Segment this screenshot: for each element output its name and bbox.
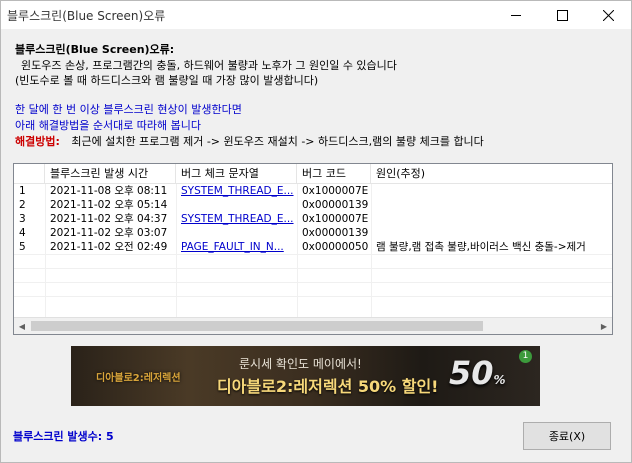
close-window-button[interactable] <box>585 1 631 29</box>
minimize-icon <box>511 14 521 16</box>
horizontal-scrollbar[interactable]: ◀ ▶ <box>14 317 612 334</box>
frequency-note: (빈도수로 볼 때 하드디스크와 램 불량일 때 가장 많이 발생합니다) <box>15 74 319 87</box>
bug-string-link[interactable]: SYSTEM_THREAD_E... <box>176 184 297 198</box>
minimize-button[interactable] <box>493 1 539 29</box>
table-row[interactable]: 5 2021-11-02 오전 02:49 PAGE_FAULT_IN_N...… <box>14 240 612 254</box>
row-number: 5 <box>19 241 26 253</box>
banner-logo: 디아블로2:레저렉션 <box>96 373 181 384</box>
row-number: 3 <box>19 213 26 225</box>
close-button[interactable]: 종료(X) <box>523 422 611 450</box>
scrollbar-thumb[interactable] <box>31 321 483 331</box>
row-bug-code: 0x1000007E <box>302 185 369 197</box>
column-header-cause[interactable]: 원인(추정) <box>371 164 612 183</box>
bug-string-link[interactable]: SYSTEM_THREAD_E... <box>176 212 297 226</box>
advice-line-2: 아래 해결방법을 순서대로 따라해 봅니다 <box>15 119 202 132</box>
solution-text: 최근에 설치한 프로그램 제거 -> 윈도우즈 재설치 -> 하드디스크,램의 … <box>71 135 484 148</box>
error-heading: 블루스크린(Blue Screen)오류: <box>15 43 175 56</box>
advice-line-1: 한 달에 한 번 이상 블루스크린 현상이 발생한다면 <box>15 103 242 116</box>
row-cause <box>371 184 612 198</box>
row-bug-code: 0x00000050 <box>302 241 369 253</box>
table-row[interactable]: 3 2021-11-02 오후 04:37 SYSTEM_THREAD_E...… <box>14 212 612 226</box>
row-cause <box>371 226 612 240</box>
bluescreen-list[interactable]: 블루스크린 발생 시간 버그 체크 문자열 버그 코드 원인(추정) 1 202… <box>13 163 613 335</box>
column-header-bug-string[interactable]: 버그 체크 문자열 <box>176 164 297 183</box>
window-title: 블루스크린(Blue Screen)오류 <box>7 9 166 23</box>
row-time: 2021-11-02 오후 03:07 <box>50 227 168 239</box>
row-time: 2021-11-02 오후 04:37 <box>50 213 168 225</box>
row-time: 2021-11-02 오전 02:49 <box>50 241 168 253</box>
bug-string-link[interactable] <box>176 198 297 212</box>
bug-string-link[interactable]: PAGE_FAULT_IN_N... <box>176 240 297 254</box>
banner-discount: 50% <box>449 354 506 392</box>
table-row[interactable]: 1 2021-11-08 오후 08:11 SYSTEM_THREAD_E...… <box>14 184 612 198</box>
banner-percent-value: 50 <box>449 354 494 392</box>
banner-subtitle: 룬시세 확인도 메이에서! <box>239 357 362 371</box>
close-icon <box>602 9 614 21</box>
row-bug-code: 0x00000139 <box>302 199 369 211</box>
list-header: 블루스크린 발생 시간 버그 체크 문자열 버그 코드 원인(추정) <box>14 164 612 184</box>
table-row[interactable]: 4 2021-11-02 오후 03:07 0x00000139 <box>14 226 612 240</box>
bluescreen-count: 블루스크린 발생수: 5 <box>13 430 114 443</box>
title-bar[interactable]: 블루스크린(Blue Screen)오류 <box>1 1 631 29</box>
banner-percent-sign: % <box>493 373 506 387</box>
solution-row: 해결방법: 최근에 설치한 프로그램 제거 -> 윈도우즈 재설치 -> 하드디… <box>15 134 632 149</box>
bluescreen-dialog: 블루스크린(Blue Screen)오류 블루스크린(Blue Screen)오… <box>0 0 632 463</box>
banner-headline: 디아블로2:레저렉션 50% 할인! <box>217 377 439 396</box>
maximize-icon <box>556 9 568 21</box>
row-time: 2021-11-02 오후 05:14 <box>50 199 168 211</box>
arrow-left-icon: ◀ <box>18 321 26 331</box>
row-number: 2 <box>19 199 26 211</box>
row-number: 1 <box>19 185 26 197</box>
arrow-right-icon: ▶ <box>600 321 608 331</box>
row-cause <box>371 212 612 226</box>
maximize-button[interactable] <box>539 1 585 29</box>
row-number: 4 <box>19 227 26 239</box>
cause-description: 윈도우즈 손상, 프로그램간의 충돌, 하드웨어 불량과 노후가 그 원인일 수… <box>21 59 397 72</box>
row-cause <box>371 198 612 212</box>
scroll-right-button[interactable]: ▶ <box>596 318 612 334</box>
solution-label: 해결방법: <box>15 135 60 148</box>
row-bug-code: 0x00000139 <box>302 227 369 239</box>
table-row[interactable]: 2 2021-11-02 오후 05:14 0x00000139 <box>14 198 612 212</box>
scroll-left-button[interactable]: ◀ <box>14 318 30 334</box>
banner-badge: 1 <box>519 350 532 363</box>
ad-banner[interactable]: 디아블로2:레저렉션 룬시세 확인도 메이에서! 디아블로2:레저렉션 50% … <box>71 346 540 406</box>
column-header-number[interactable] <box>14 164 45 183</box>
row-time: 2021-11-08 오후 08:11 <box>50 185 168 197</box>
column-header-bug-code[interactable]: 버그 코드 <box>297 164 371 183</box>
row-cause: 램 불량,램 접촉 불량,바이러스 백신 충돌->제거 <box>376 241 586 253</box>
row-bug-code: 0x1000007E <box>302 213 369 225</box>
bug-string-link[interactable] <box>176 226 297 240</box>
column-header-time[interactable]: 블루스크린 발생 시간 <box>45 164 176 183</box>
